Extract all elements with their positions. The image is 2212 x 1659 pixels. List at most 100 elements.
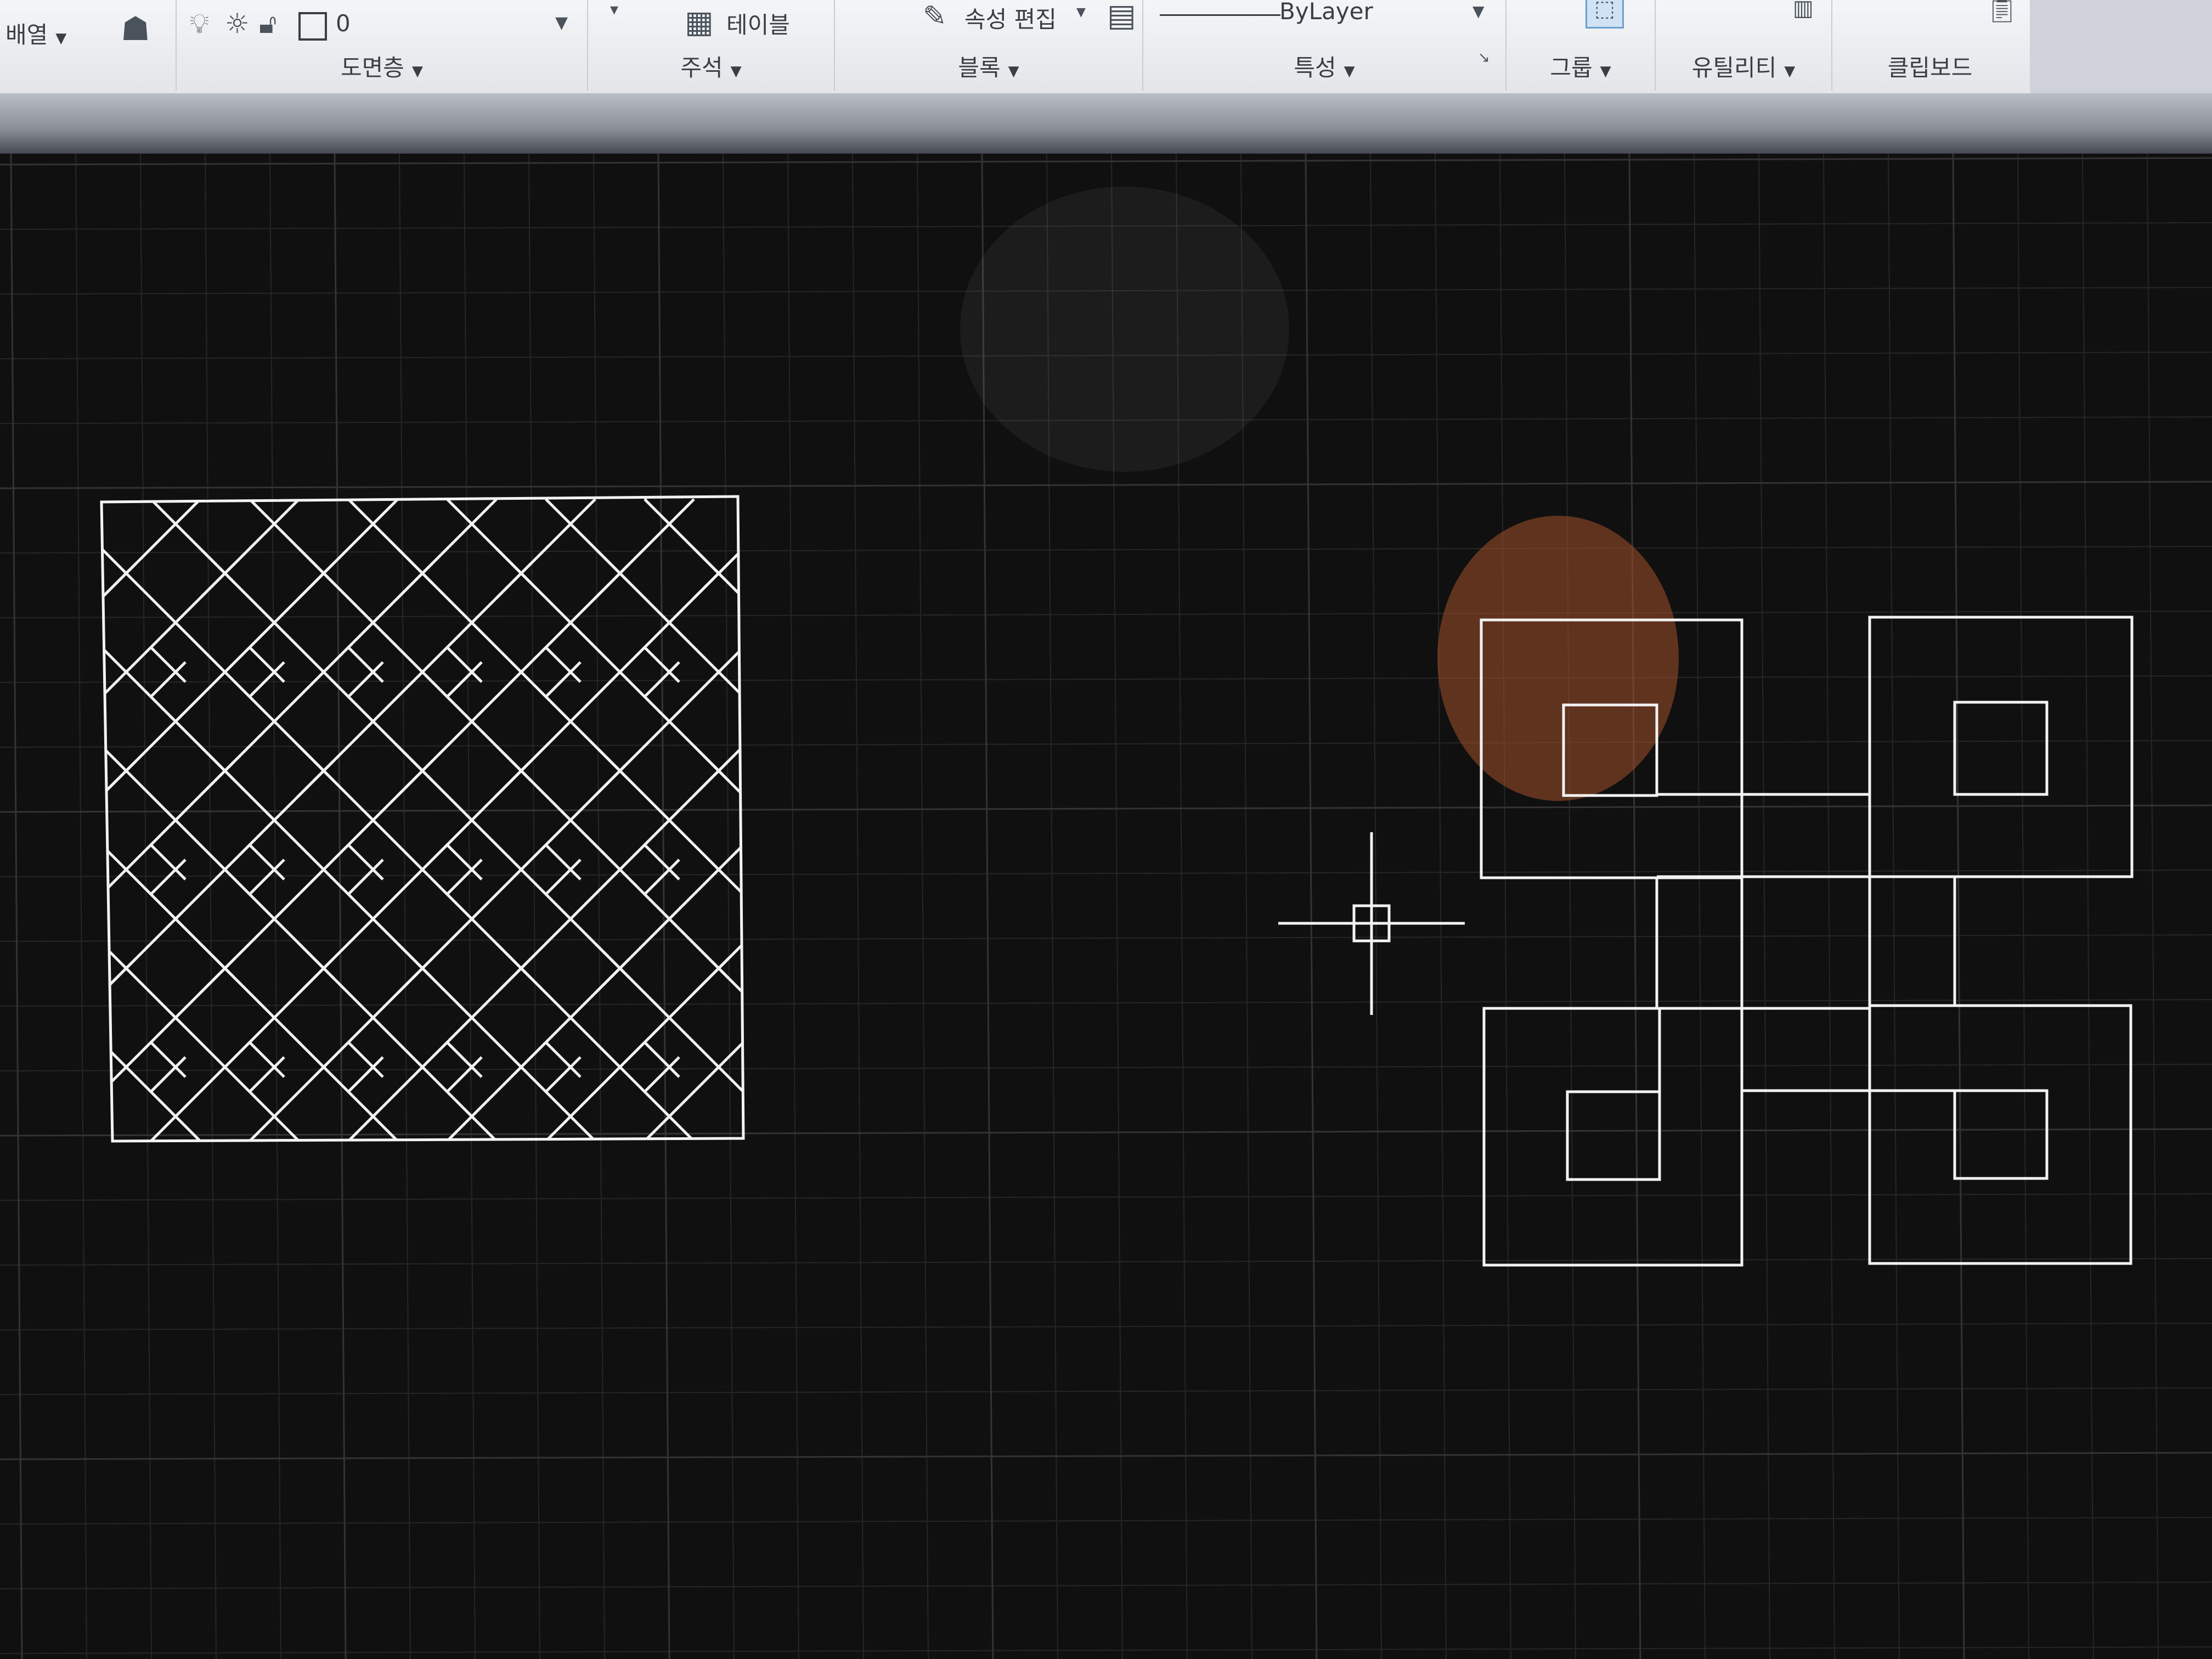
hatch-joint xyxy=(150,859,187,895)
sun-icon[interactable]: ☼ xyxy=(225,8,250,40)
hatch-joint xyxy=(150,844,187,881)
dropdown-caret-icon: ▼ xyxy=(1008,63,1019,80)
grid-line xyxy=(917,154,929,1659)
group-select-icon[interactable]: ⬚ xyxy=(1585,0,1624,29)
grid-line xyxy=(852,154,864,1659)
hatch-joint xyxy=(347,1056,384,1093)
hatch-joint xyxy=(150,1041,187,1078)
linetype-icon[interactable]: ▤ xyxy=(1107,0,1136,33)
hatch-joint xyxy=(298,745,335,782)
hatch-joint xyxy=(495,562,532,599)
hatch-joint xyxy=(347,496,384,500)
grid-line xyxy=(0,481,2212,489)
hatch-joint xyxy=(644,1041,680,1078)
group-panel-button[interactable]: 그룹 ▼ xyxy=(1506,49,1655,83)
hatch-joint xyxy=(199,957,236,994)
hatch-joint xyxy=(199,943,236,979)
hatch-joint xyxy=(594,760,631,797)
hatch-joint xyxy=(693,745,730,782)
hatch-joint xyxy=(397,1140,433,1141)
paste-icon[interactable]: 📋︎ xyxy=(1986,0,2018,25)
hatch-joint xyxy=(594,562,631,599)
hatch-line xyxy=(742,498,743,1141)
knot-loop-bottom-left[interactable] xyxy=(1482,1007,1743,1267)
drawing-canvas[interactable] xyxy=(0,154,2212,1659)
annotation-panel-button[interactable]: 주석 ▼ xyxy=(588,49,834,83)
block-panel-button[interactable]: 블록 ▼ xyxy=(835,49,1142,83)
hatch-joint xyxy=(446,844,483,881)
hatch-joint xyxy=(793,1141,827,1176)
hatch-joint xyxy=(495,745,532,782)
grid-line xyxy=(399,154,411,1659)
clipboard-panel-label[interactable]: 클립보드 xyxy=(1832,49,2028,83)
hatch-joint xyxy=(793,549,827,583)
hatch-line xyxy=(101,498,201,1141)
hatch-joint xyxy=(594,957,631,994)
hatch-joint xyxy=(347,844,384,881)
utilities-panel-button[interactable]: 유틸리티 ▼ xyxy=(1656,49,1831,83)
properties-panel-button[interactable]: 특성 ▼ xyxy=(1143,49,1505,83)
color-square-icon[interactable] xyxy=(298,12,327,41)
layer-current-value[interactable]: 0 xyxy=(336,10,351,37)
knot-loop-bottom-right[interactable] xyxy=(1868,1004,2132,1265)
linetype-preview xyxy=(1160,14,1280,16)
calculator-icon[interactable]: ▥ xyxy=(1793,0,1814,21)
dropdown-caret-icon[interactable]: ▼ xyxy=(1076,5,1086,19)
table-icon[interactable]: ▦ xyxy=(685,4,714,40)
dropdown-caret-icon[interactable]: ▾ xyxy=(610,0,618,19)
hatch-line xyxy=(101,498,596,1141)
hatch-joint xyxy=(793,746,827,781)
grid-line xyxy=(2147,154,2159,1659)
hatch-line xyxy=(842,499,1484,1141)
hatch-joint xyxy=(249,844,285,881)
screen-reflection xyxy=(1437,516,1679,801)
hatch-joint xyxy=(545,844,582,881)
layer-dropdown-caret-icon[interactable]: ▼ xyxy=(555,13,568,32)
table-button[interactable]: 테이블 xyxy=(726,7,790,40)
annotation-panel-label: 주석 xyxy=(680,54,723,81)
match-layer-icon[interactable]: ☗ xyxy=(121,10,150,48)
array-button[interactable]: 배열 ▼ xyxy=(5,16,66,50)
edit-attributes-button[interactable]: 속성 편집 xyxy=(964,1,1057,35)
grid-line xyxy=(528,154,540,1659)
edit-attributes-icon[interactable]: ✎ xyxy=(923,0,947,33)
grid-line xyxy=(1694,154,1706,1659)
dropdown-caret-icon[interactable]: ▼ xyxy=(1472,2,1485,20)
hatch-joint xyxy=(495,943,532,979)
clipboard-panel: 📋︎ 클립보드 xyxy=(1832,0,2028,91)
unlock-icon[interactable]: 🔓︎ xyxy=(259,8,276,40)
grid-line xyxy=(0,1064,2212,1071)
knot-inner-top-right xyxy=(1953,701,2049,796)
model-space[interactable] xyxy=(0,154,2212,1659)
hatch-joint xyxy=(594,745,631,782)
properties-panel: ByLayer ▼ ↘ 특성 ▼ xyxy=(1143,0,1506,91)
hatch-line xyxy=(842,499,1484,1141)
hatch-joint xyxy=(298,760,335,797)
grid-line xyxy=(464,154,476,1659)
knot-loop-top-right[interactable] xyxy=(1868,616,2134,878)
hatch-joint xyxy=(742,496,743,500)
dropdown-caret-icon: ▼ xyxy=(1344,63,1355,80)
hatch-joint xyxy=(397,957,433,994)
hatch-joint xyxy=(347,1041,384,1078)
dropdown-caret-icon[interactable]: ▼ xyxy=(55,30,66,47)
hatch-joint xyxy=(150,646,187,683)
linetype-value[interactable]: ByLayer xyxy=(1279,0,1373,25)
hatch-joint xyxy=(742,1041,743,1078)
dropdown-caret-icon: ▼ xyxy=(411,63,423,80)
hatch-joint xyxy=(249,1056,285,1093)
grid-line xyxy=(10,154,23,1659)
grid-line xyxy=(140,154,152,1659)
ribbon-right-area xyxy=(2030,0,2212,93)
grid-line xyxy=(1758,154,1770,1659)
knot-inner-bottom-left xyxy=(1566,1090,1661,1181)
hatch-joint xyxy=(249,1041,285,1078)
layer-panel-button[interactable]: 도면층 ▼ xyxy=(177,49,587,83)
ribbon-shadow xyxy=(0,93,2212,154)
hatch-joint xyxy=(545,661,582,698)
grid-line xyxy=(1305,154,1318,1659)
hatch-line xyxy=(742,498,743,1141)
lightbulb-icon[interactable]: 💡︎ xyxy=(190,8,209,40)
grid-line xyxy=(723,154,735,1659)
group-panel: ⬚ 그룹 ▼ xyxy=(1506,0,1656,91)
